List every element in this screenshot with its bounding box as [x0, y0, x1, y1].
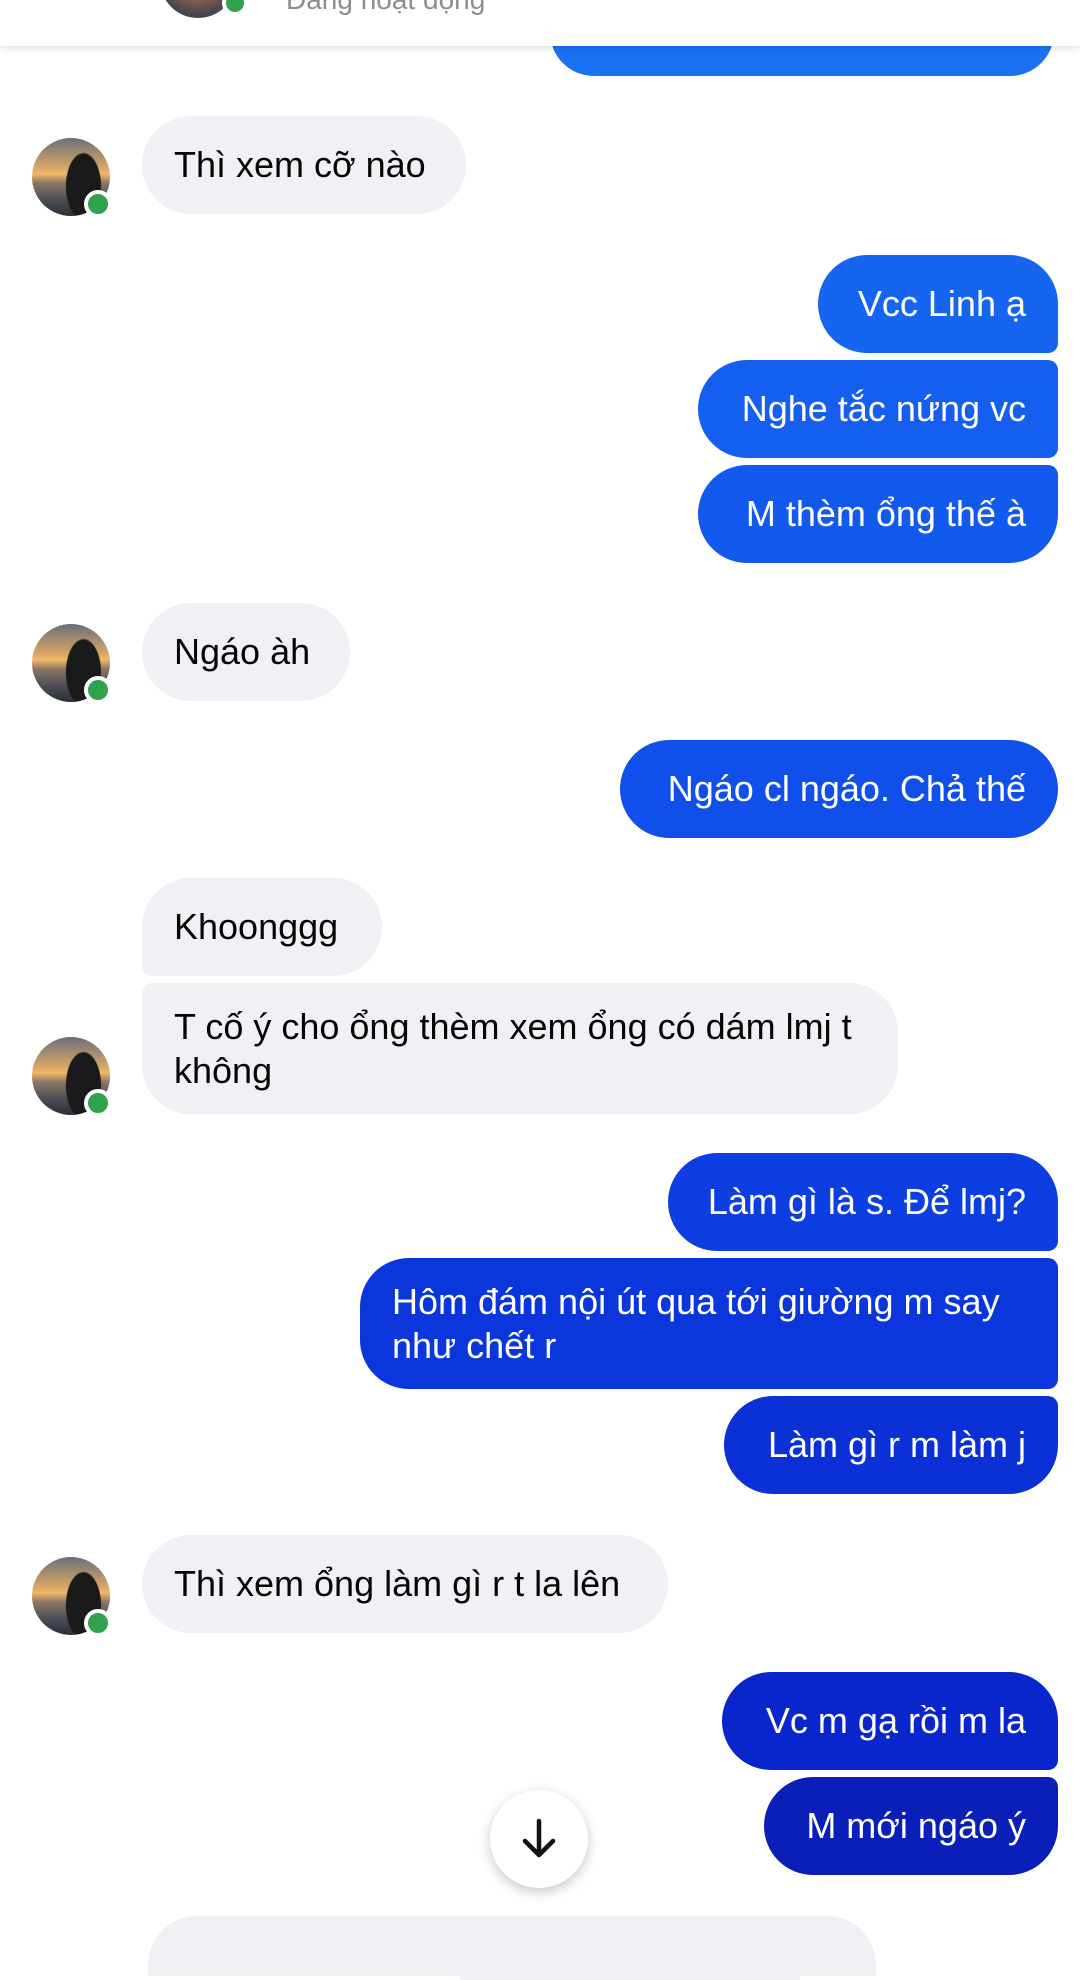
message-text: Hôm đám nội út qua tới giường m say như …: [392, 1280, 1000, 1366]
chat-header: Đang hoạt động: [0, 0, 1080, 46]
message-bubble-incoming[interactable]: Thì xem ổng làm gì r t la lên: [142, 1535, 668, 1633]
message-thread[interactable]: Thì xem cỡ nào Vcc Linh ạ Nghe tắc nứng …: [0, 0, 1080, 1980]
message-bubble-outgoing[interactable]: Ngáo cl ngáo. Chả thế: [620, 740, 1058, 838]
message-text: Khoonggg: [174, 906, 339, 947]
message-bubble-outgoing[interactable]: Hôm đám nội út qua tới giường m say như …: [360, 1258, 1058, 1389]
active-status-text: Đang hoạt động: [286, 0, 485, 16]
message-bubble-outgoing[interactable]: Nghe tắc nứng vc: [698, 360, 1058, 458]
message-text: Làm gì r m làm j: [767, 1424, 1026, 1465]
message-text: Ngáo àh: [174, 631, 311, 672]
message-bubble-outgoing[interactable]: M mới ngáo ý: [764, 1777, 1058, 1875]
message-text: Nghe tắc nứng vc: [741, 388, 1026, 429]
message-bubble-incoming-partial: [460, 1960, 800, 1980]
message-bubble-outgoing[interactable]: Làm gì là s. Để lmj?: [668, 1153, 1058, 1251]
online-status-dot: [84, 1609, 112, 1637]
message-text: Thì xem cỡ nào: [174, 144, 426, 185]
message-bubble-outgoing[interactable]: Vc m gạ rồi m la: [722, 1672, 1058, 1770]
message-bubble-outgoing[interactable]: M thèm ổng thế à: [698, 465, 1058, 563]
message-text: Làm gì là s. Để lmj?: [707, 1181, 1026, 1222]
message-text: Ngáo cl ngáo. Chả thế: [667, 768, 1026, 809]
message-bubble-outgoing[interactable]: Làm gì r m làm j: [724, 1396, 1058, 1494]
message-text: T cố ý cho ổng thèm xem ổng có dám lmj t…: [174, 1005, 852, 1091]
scroll-to-bottom-button[interactable]: [490, 1790, 588, 1888]
message-text: Vc m gạ rồi m la: [765, 1700, 1026, 1741]
message-bubble-incoming[interactable]: Thì xem cỡ nào: [142, 116, 466, 214]
online-status-dot: [84, 190, 112, 218]
message-text: Thì xem ổng làm gì r t la lên: [174, 1563, 621, 1604]
message-bubble-outgoing[interactable]: Vcc Linh ạ: [818, 255, 1058, 353]
message-text: M thèm ổng thế à: [745, 493, 1026, 534]
message-bubble-incoming[interactable]: T cố ý cho ổng thèm xem ổng có dám lmj t…: [142, 983, 898, 1114]
message-bubble-incoming[interactable]: Khoonggg: [142, 878, 382, 976]
online-status-dot: [84, 676, 112, 704]
arrow-down-icon: [522, 1818, 556, 1858]
online-status-dot: [222, 0, 248, 16]
message-bubble-incoming[interactable]: Ngáo àh: [142, 603, 350, 701]
online-status-dot: [84, 1089, 112, 1117]
message-text: M mới ngáo ý: [806, 1805, 1026, 1846]
message-text: Vcc Linh ạ: [857, 283, 1026, 324]
